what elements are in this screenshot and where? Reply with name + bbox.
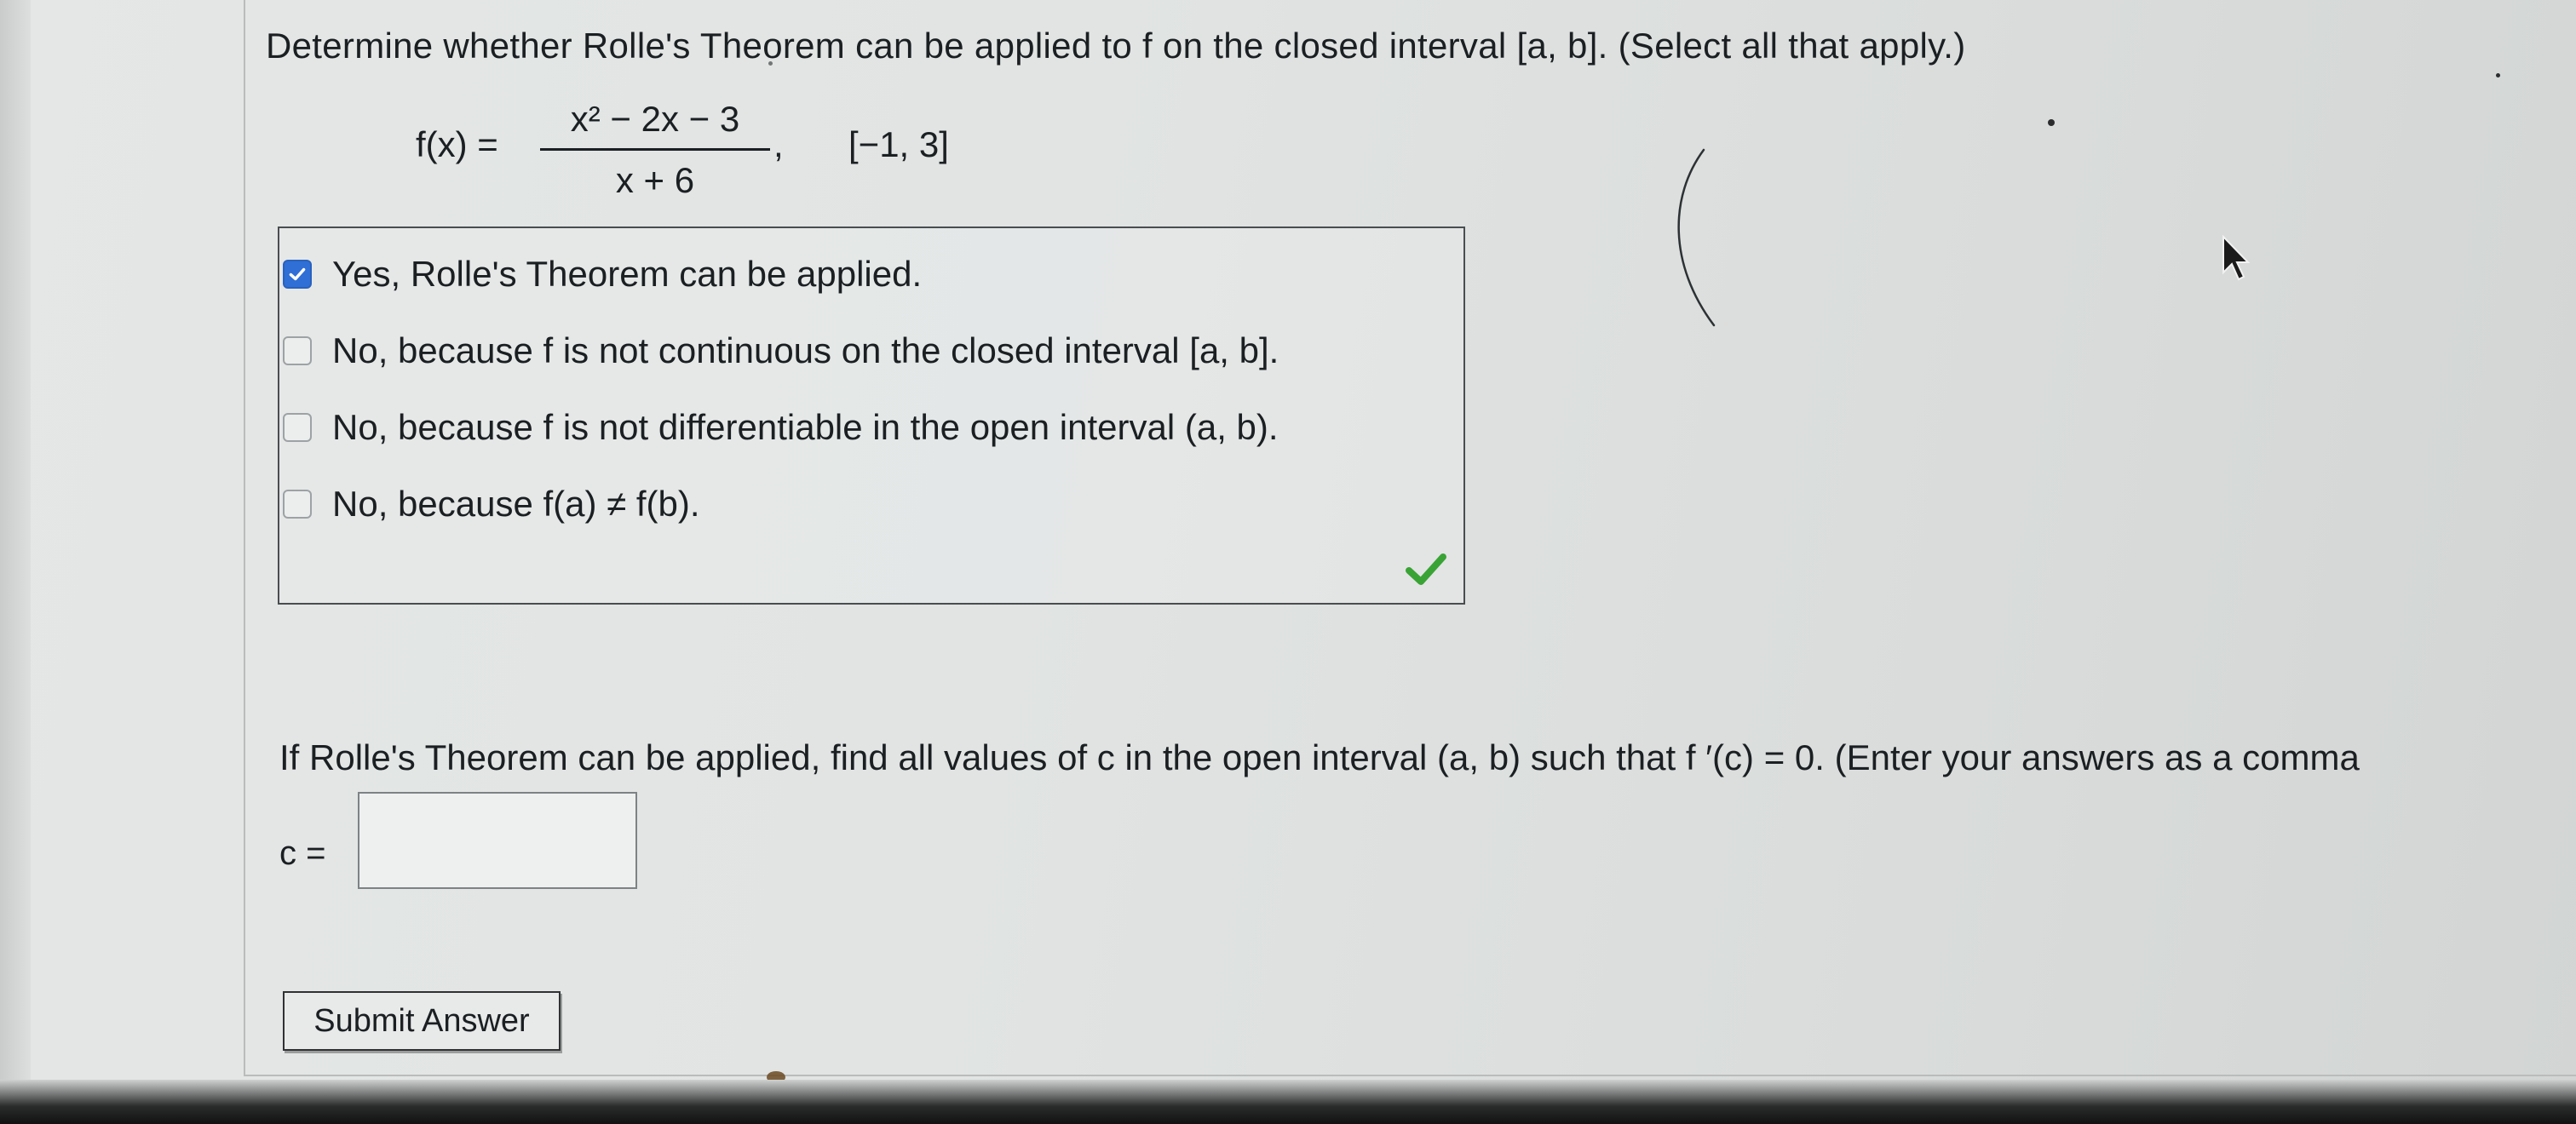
screen-speck bbox=[2048, 119, 2055, 126]
followup-prompt: If Rolle's Theorem can be applied, find … bbox=[279, 737, 2360, 777]
check-icon bbox=[289, 267, 306, 281]
pen-stroke-mark bbox=[1677, 148, 1716, 327]
options-box: Yes, Rolle's Theorem can be applied. No,… bbox=[278, 227, 1465, 605]
fraction-denominator: x + 6 bbox=[615, 160, 695, 200]
answer-label: c = bbox=[279, 834, 326, 872]
interval: [−1, 3] bbox=[848, 124, 949, 164]
option-label: No, because f(a) ≠ f(b). bbox=[332, 484, 700, 524]
function-label: f(x) = bbox=[416, 124, 498, 164]
option-label: No, because f is not continuous on the c… bbox=[332, 330, 1279, 370]
submit-answer-button[interactable]: Submit Answer bbox=[283, 991, 561, 1051]
option-not-continuous[interactable]: No, because f is not continuous on the c… bbox=[279, 317, 1455, 385]
screen-bottom-bezel bbox=[0, 1080, 2576, 1124]
option-label: Yes, Rolle's Theorem can be applied. bbox=[332, 254, 923, 294]
function-definition: f(x) = x² − 2x − 3 x + 6 , [−1, 3] bbox=[416, 94, 1012, 204]
checkbox-checked-icon[interactable] bbox=[283, 260, 312, 289]
fraction: x² − 2x − 3 x + 6 bbox=[540, 94, 770, 204]
page-left-edge bbox=[0, 0, 31, 1124]
answer-input[interactable] bbox=[358, 792, 637, 889]
screen-speck bbox=[2496, 73, 2500, 77]
green-checkmark-icon bbox=[1406, 553, 1446, 585]
option-label: No, because f is not differentiable in t… bbox=[332, 407, 1279, 447]
option-not-differentiable[interactable]: No, because f is not differentiable in t… bbox=[279, 393, 1455, 462]
separator-comma: , bbox=[773, 124, 784, 164]
checkbox-icon[interactable] bbox=[283, 490, 312, 519]
checkbox-icon[interactable] bbox=[283, 336, 312, 365]
checkbox-icon[interactable] bbox=[283, 413, 312, 442]
mouse-cursor-icon bbox=[2222, 235, 2251, 281]
fraction-bar bbox=[540, 148, 770, 151]
fraction-numerator: x² − 2x − 3 bbox=[570, 99, 740, 139]
question-prompt: Determine whether Rolle's Theorem can be… bbox=[266, 26, 1966, 66]
screen-photo: Determine whether Rolle's Theorem can be… bbox=[0, 0, 2576, 1124]
screen-speck bbox=[768, 61, 773, 66]
option-yes[interactable]: Yes, Rolle's Theorem can be applied. bbox=[279, 240, 1455, 308]
option-fa-not-equal-fb[interactable]: No, because f(a) ≠ f(b). bbox=[279, 470, 1455, 538]
